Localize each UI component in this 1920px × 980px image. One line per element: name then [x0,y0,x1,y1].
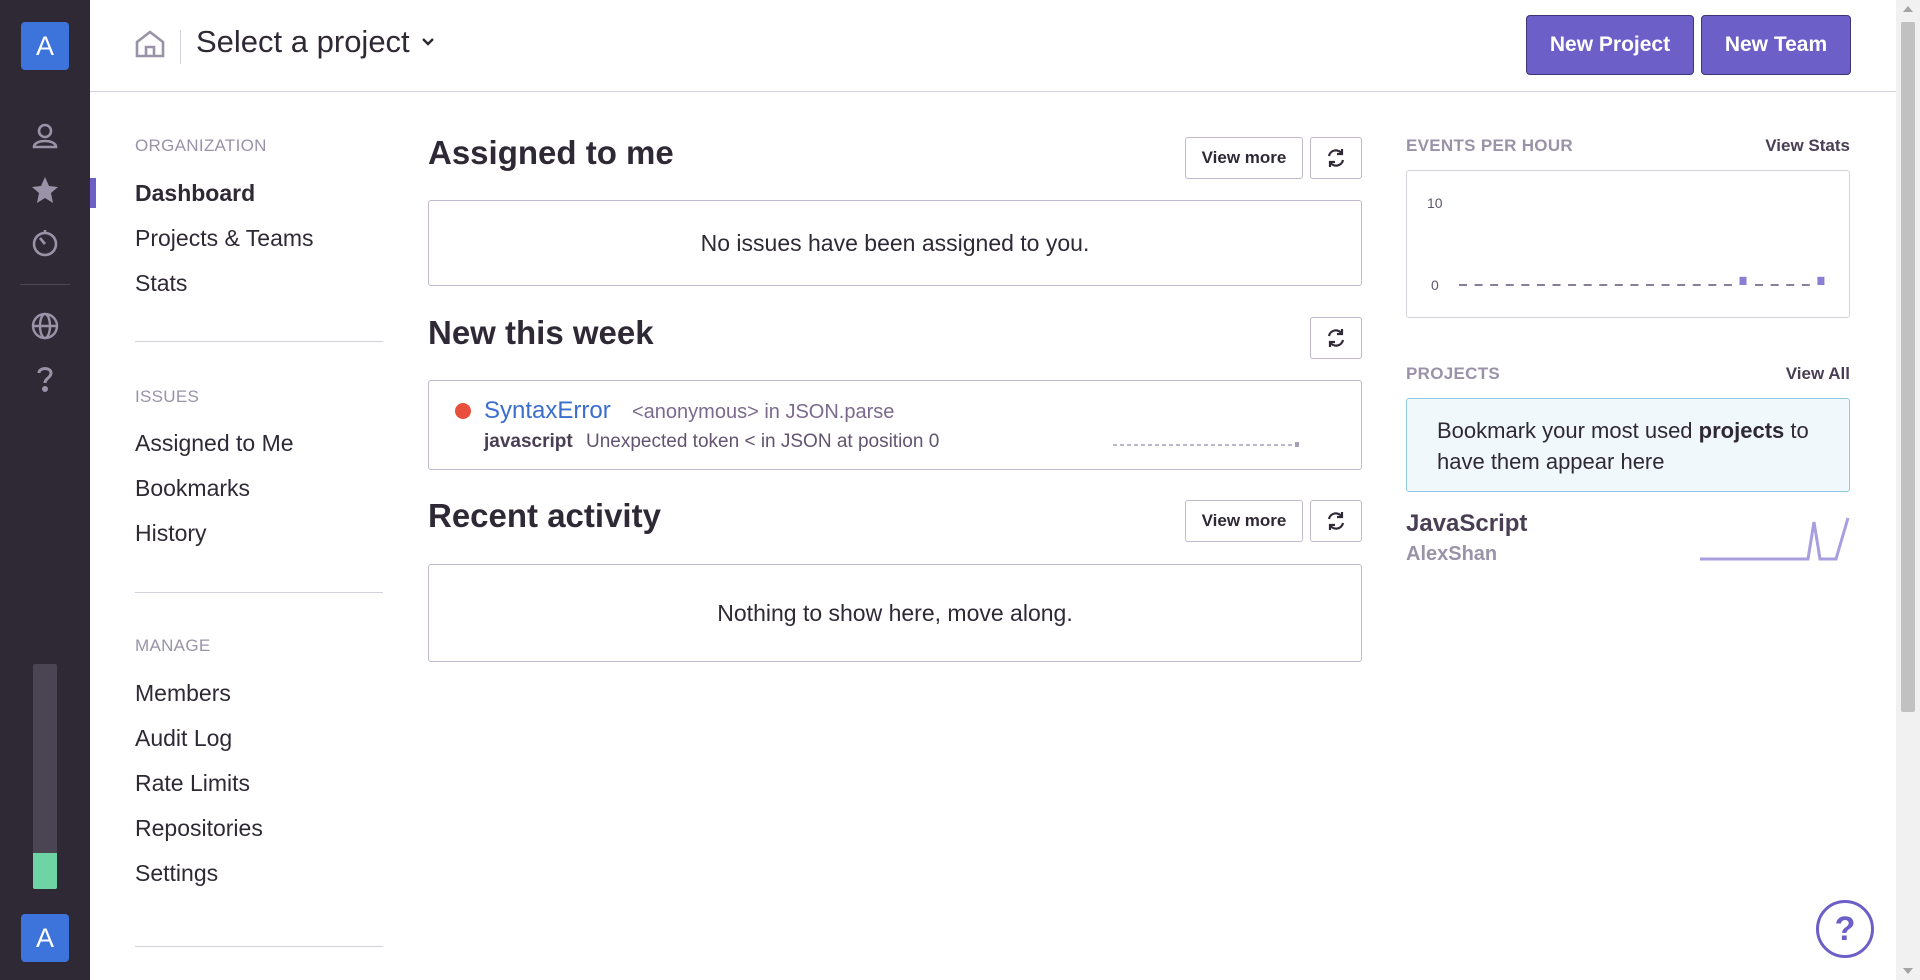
bookmark-hint-pre: Bookmark your most used [1437,418,1699,443]
projects-title: PROJECTS [1406,364,1501,383]
nav-item-bookmarks[interactable]: Bookmarks [135,475,250,502]
globe-icon[interactable] [27,308,63,344]
project-team: AlexShan [1406,543,1498,565]
issue-title-link[interactable]: SyntaxError [484,397,611,425]
user-avatar[interactable]: A [21,914,69,962]
bookmark-hint: Bookmark your most used projects to have… [1406,398,1850,492]
help-button[interactable]: ? [1816,900,1874,958]
nav-item-projects-teams[interactable]: Projects & Teams [135,225,314,252]
page-scrollbar[interactable] [1896,0,1920,980]
org-avatar[interactable]: A [21,22,69,70]
new-week-refresh-button[interactable] [1310,317,1362,359]
active-indicator [90,178,96,208]
issue-platform: javascript [484,431,573,452]
scroll-up-arrow[interactable] [1903,6,1913,12]
recent-empty-message: Nothing to show here, move along. [717,599,1073,626]
header-separator [180,30,181,64]
nav-divider [135,946,383,947]
usage-bar [33,664,57,889]
nav-item-audit-log[interactable]: Audit Log [135,725,232,752]
header: Select a project New Project New Team [90,0,1896,92]
home-icon[interactable] [134,28,166,60]
recent-heading: Recent activity [428,497,661,534]
user-icon[interactable] [27,118,63,154]
new-team-button[interactable]: New Team [1701,15,1851,75]
nav-item-repositories[interactable]: Repositories [135,815,263,842]
nav-item-members[interactable]: Members [135,680,231,707]
nav-item-assigned-to-me[interactable]: Assigned to Me [135,430,294,457]
section-title-organization: ORGANIZATION [135,136,267,155]
error-level-indicator [455,403,471,419]
bookmark-hint-bold: projects [1698,418,1785,443]
scrollbar-thumb[interactable] [1901,22,1915,712]
nav-item-stats[interactable]: Stats [135,270,187,297]
new-project-button[interactable]: New Project [1526,15,1694,75]
star-icon[interactable] [27,172,63,208]
chart-bar[interactable] [1817,276,1825,285]
refresh-icon [1327,329,1345,347]
question-icon[interactable] [27,360,63,396]
nav-item-dashboard[interactable]: Dashboard [135,180,255,207]
sidebar-nav: ORGANIZATION Dashboard Projects & Teams … [90,92,420,980]
nav-divider [135,341,383,342]
new-week-heading: New this week [428,314,654,351]
recent-view-more-button[interactable]: View more [1185,500,1303,542]
issue-sparkline [1113,442,1299,447]
y-tick-label: 0 [1431,277,1439,293]
issue-row[interactable]: SyntaxError <anonymous> in JSON.parse ja… [428,380,1362,470]
y-tick-label: 10 [1427,195,1443,211]
assigned-empty-message: No issues have been assigned to you. [700,229,1090,256]
events-chart-svg: 0 10 [1427,195,1825,293]
project-select[interactable]: Select a project [196,24,436,60]
assigned-refresh-button[interactable] [1310,137,1362,179]
left-rail: A A [0,0,90,980]
rail-divider [20,284,70,285]
assigned-heading: Assigned to me [428,134,674,171]
usage-bar-fill [33,853,57,889]
project-select-label: Select a project [196,24,410,59]
section-title-issues: ISSUES [135,387,200,406]
project-name-link[interactable]: JavaScript [1406,510,1527,538]
view-all-link[interactable]: View All [1786,364,1850,384]
refresh-icon [1327,512,1345,530]
events-per-hour-title: EVENTS PER HOUR [1406,136,1573,155]
project-sparkline [1700,517,1850,561]
recent-panel: Nothing to show here, move along. [428,564,1362,662]
chevron-down-icon [421,38,434,46]
activity-icon[interactable] [27,225,63,261]
view-stats-link[interactable]: View Stats [1765,136,1850,156]
events-chart: 0 10 [1406,170,1850,318]
nav-divider [135,592,383,593]
issue-culprit: <anonymous> in JSON.parse [632,401,895,423]
assigned-view-more-button[interactable]: View more [1185,137,1303,179]
section-title-manage: MANAGE [135,636,211,655]
refresh-icon [1327,149,1345,167]
issue-message: Unexpected token < in JSON at position 0 [586,431,940,452]
nav-item-settings[interactable]: Settings [135,860,218,887]
scroll-down-arrow[interactable] [1903,968,1913,974]
chart-bar[interactable] [1739,276,1747,285]
assigned-panel: No issues have been assigned to you. [428,200,1362,286]
nav-item-rate-limits[interactable]: Rate Limits [135,770,250,797]
recent-refresh-button[interactable] [1310,500,1362,542]
nav-item-history[interactable]: History [135,520,207,547]
